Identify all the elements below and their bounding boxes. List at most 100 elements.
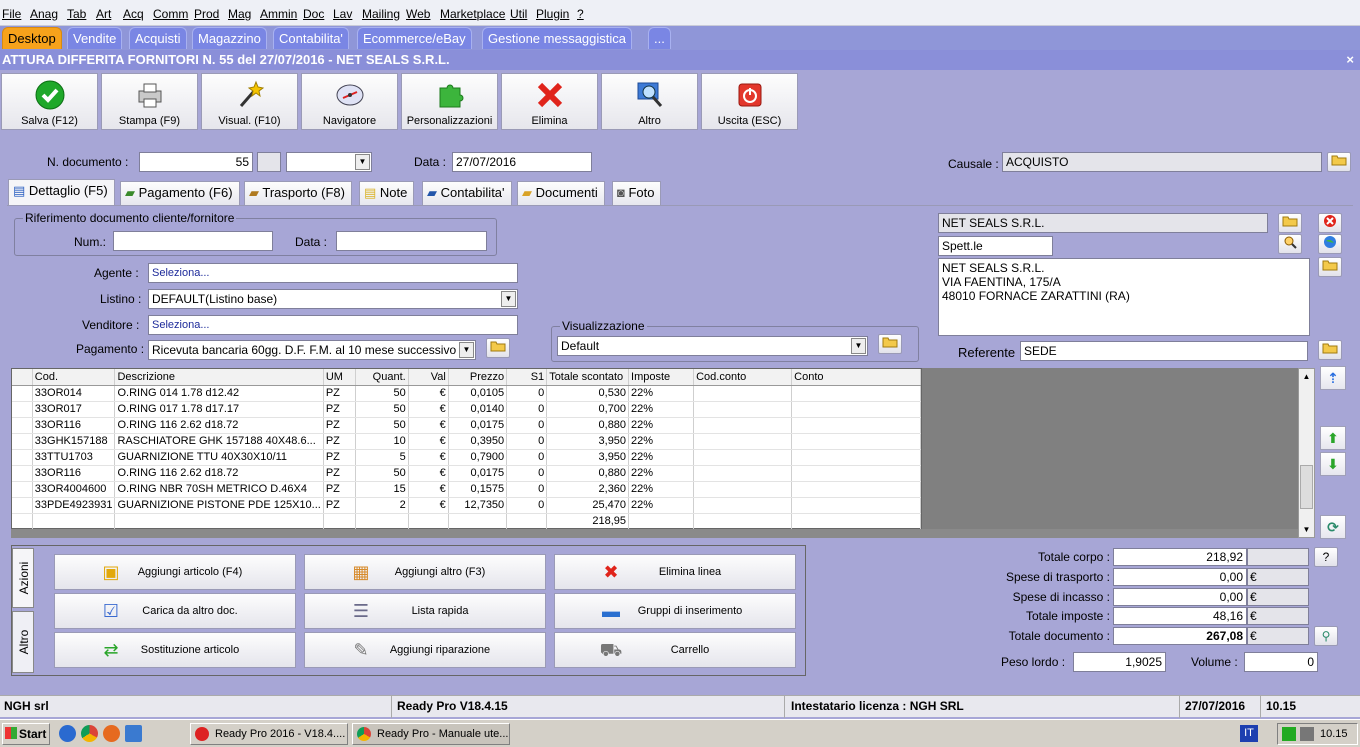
table-cell[interactable]: 50 [355, 417, 409, 434]
table-cell[interactable]: 15 [355, 481, 409, 498]
load-doc-button[interactable]: ☑ Carica da altro doc. [54, 593, 296, 629]
table-cell[interactable]: 0,880 [546, 417, 630, 434]
table-cell[interactable]: 0,0175 [448, 417, 508, 434]
table-cell[interactable]: PZ [323, 497, 357, 514]
spese-incasso-field[interactable]: 0,00 [1113, 588, 1247, 606]
referente-field[interactable]: SEDE [1020, 341, 1308, 361]
table-cell[interactable]: 22% [628, 433, 695, 450]
help-button[interactable]: ? [1314, 547, 1338, 567]
table-cell[interactable] [693, 513, 793, 530]
tab-pagamento[interactable]: ▰ Pagamento (F6) [120, 181, 240, 205]
table-cell[interactable]: PZ [323, 401, 357, 418]
table-cell[interactable]: 33OR116 [32, 465, 116, 482]
table-cell[interactable]: 25,470 [546, 497, 630, 514]
table-cell[interactable]: RASCHIATORE GHK 157188 40X48.6... [114, 433, 324, 450]
menu-acq[interactable]: Acq [123, 7, 144, 21]
table-cell[interactable]: PZ [323, 481, 357, 498]
replace-article-button[interactable]: ⇄ Sostituzione articolo [54, 632, 296, 668]
table-cell[interactable]: € [408, 481, 449, 498]
tab-dettaglio[interactable]: ▤ Dettaglio (F5) [8, 179, 115, 206]
col-header-codconto[interactable]: Cod.conto [693, 369, 793, 386]
table-row[interactable]: 33OR017 O.RING 017 1.78 d17.17 PZ 50 €0,0140… [12, 401, 921, 418]
task-readypro[interactable]: Ready Pro 2016 - V18.4.... [190, 723, 348, 745]
table-cell[interactable]: 33OR017 [32, 401, 116, 418]
table-row[interactable]: 33GHK157188 RASCHIATORE GHK 157188 40X48.… [12, 433, 921, 450]
add-repair-button[interactable]: ✎ Aggiungi riparazione [304, 632, 546, 668]
table-cell[interactable] [12, 481, 33, 498]
venditore-field[interactable]: Seleziona... [148, 315, 518, 335]
table-cell[interactable] [791, 449, 921, 466]
print-button[interactable]: Stampa (F9) [101, 73, 198, 130]
table-cell[interactable] [448, 513, 508, 530]
table-cell[interactable] [693, 449, 793, 466]
tab-documenti[interactable]: ▰ Documenti [517, 181, 605, 205]
other-button[interactable]: Altro [601, 73, 698, 130]
table-cell[interactable]: 0 [506, 465, 548, 482]
table-cell[interactable] [791, 385, 921, 402]
menu-help[interactable]: ? [577, 7, 584, 21]
listino-select[interactable]: DEFAULT(Listino base) ▼ [148, 289, 518, 309]
start-button[interactable]: Start [2, 723, 50, 745]
table-cell[interactable]: 3,950 [546, 449, 630, 466]
table-cell[interactable] [12, 513, 33, 530]
table-cell[interactable] [12, 433, 33, 450]
visualizzazione-folder-button[interactable] [878, 334, 902, 354]
tab-desktop[interactable]: Desktop [2, 27, 62, 49]
table-cell[interactable]: 22% [628, 449, 695, 466]
table-cell[interactable]: € [408, 401, 449, 418]
scroll-down-icon[interactable]: ▼ [1299, 522, 1314, 537]
add-article-button[interactable]: ▣ Aggiungi articolo (F4) [54, 554, 296, 590]
table-cell[interactable]: 3,950 [546, 433, 630, 450]
table-row[interactable]: 33OR014 O.RING 014 1.78 d12.42 PZ 50 €0,0105… [12, 385, 921, 402]
series-select[interactable]: ▼ [286, 152, 372, 172]
table-cell[interactable] [693, 401, 793, 418]
table-cell[interactable]: 12,7350 [448, 497, 508, 514]
fornitore-clear-button[interactable] [1318, 213, 1342, 233]
table-cell[interactable]: 0,3950 [448, 433, 508, 450]
col-header-s1[interactable]: S1 [506, 369, 548, 386]
table-cell[interactable]: 218,95 [546, 513, 630, 530]
menu-art[interactable]: Art [96, 7, 111, 21]
menu-tab[interactable]: Tab [67, 7, 86, 21]
table-cell[interactable]: 0,0140 [448, 401, 508, 418]
table-cell[interactable]: 2,360 [546, 481, 630, 498]
menu-util[interactable]: Util [510, 7, 527, 21]
table-cell[interactable]: O.RING 116 2.62 d18.72 [114, 465, 324, 482]
insert-groups-button[interactable]: ▬ Gruppi di inserimento [554, 593, 796, 629]
menu-comm[interactable]: Comm [153, 7, 188, 21]
table-row[interactable]: 33PDE4923931 GUARNIZIONE PISTONE PDE 125X… [12, 497, 921, 514]
menu-ammin[interactable]: Ammin [260, 7, 297, 21]
table-cell[interactable] [693, 417, 793, 434]
table-cell[interactable]: 0,7900 [448, 449, 508, 466]
table-cell[interactable]: 0 [506, 385, 548, 402]
col-header-quant[interactable]: Quant. [355, 369, 409, 386]
move-up-button[interactable]: ⬆ [1320, 426, 1346, 450]
table-cell[interactable] [12, 465, 33, 482]
fornitore-search-button[interactable] [1278, 234, 1302, 254]
table-cell[interactable]: GUARNIZIONE TTU 40X30X10/11 [114, 449, 324, 466]
tab-contabilita[interactable]: Contabilita' [273, 27, 349, 49]
data-field[interactable]: 27/07/2016 [452, 152, 592, 172]
table-cell[interactable]: 0 [506, 433, 548, 450]
agente-field[interactable]: Seleziona... [148, 263, 518, 283]
menu-mag[interactable]: Mag [228, 7, 251, 21]
table-cell[interactable]: 22% [628, 385, 695, 402]
table-cell[interactable]: GUARNIZIONE PISTONE PDE 125X10... [114, 497, 324, 514]
tray-network-icon[interactable] [1282, 727, 1296, 741]
table-row[interactable]: 33OR4004600 O.RING NBR 70SH METRICO D.46X… [12, 481, 921, 498]
table-cell[interactable] [693, 497, 793, 514]
table-cell[interactable]: 33OR116 [32, 417, 116, 434]
table-cell[interactable]: 5 [355, 449, 409, 466]
tab-foto[interactable]: ◙ Foto [612, 181, 662, 205]
table-cell[interactable]: O.RING 017 1.78 d17.17 [114, 401, 324, 418]
table-cell[interactable]: € [408, 385, 449, 402]
close-icon[interactable]: × [1346, 50, 1354, 70]
col-header-cod[interactable]: Cod. [32, 369, 116, 386]
table-cell[interactable] [114, 513, 324, 530]
menu-marketplace[interactable]: Marketplace [440, 7, 505, 21]
col-header-conto[interactable]: Conto [791, 369, 921, 386]
app-icon[interactable] [125, 725, 142, 742]
table-cell[interactable] [12, 449, 33, 466]
table-cell[interactable]: PZ [323, 385, 357, 402]
move-top-button[interactable]: ⇡ [1320, 366, 1346, 390]
